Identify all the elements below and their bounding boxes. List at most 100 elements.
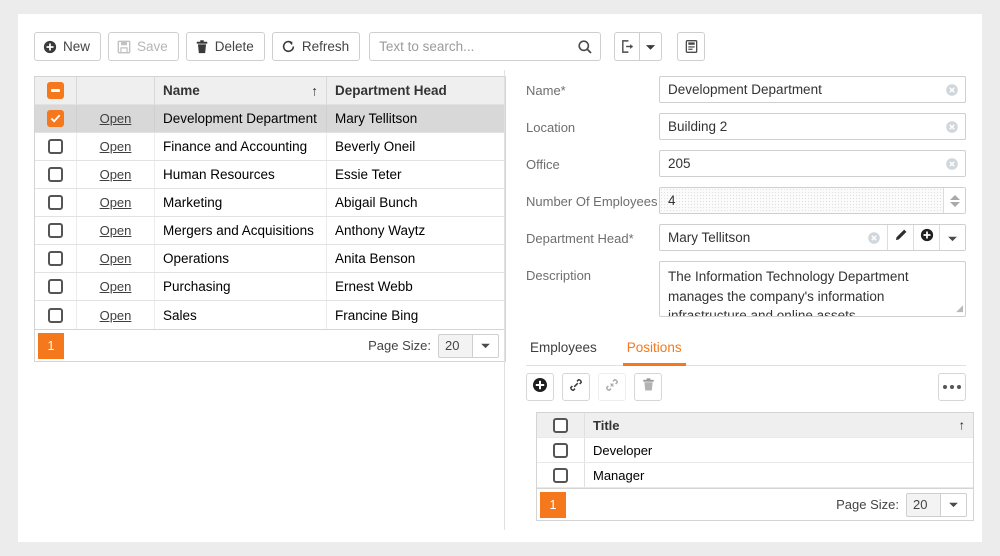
- row-checkbox[interactable]: [48, 223, 63, 238]
- table-row[interactable]: OpenPurchasingErnest Webb: [35, 273, 505, 301]
- page-size-dropdown-arrow[interactable]: [472, 334, 499, 358]
- delete-button-label: Delete: [215, 40, 254, 54]
- new-button-label: New: [63, 40, 90, 54]
- row-checkbox[interactable]: [553, 468, 568, 483]
- name-column-label: Name: [163, 83, 200, 98]
- row-checkbox[interactable]: [48, 195, 63, 210]
- row-select-cell: [35, 189, 77, 216]
- row-name-value: Operations: [163, 251, 229, 266]
- table-row[interactable]: OpenDevelopment DepartmentMary Tellitson: [35, 105, 505, 133]
- row-checkbox[interactable]: [48, 167, 63, 182]
- location-input[interactable]: Building 2: [659, 113, 966, 140]
- row-checkbox[interactable]: [47, 110, 64, 127]
- page-size-label: Page Size:: [368, 338, 431, 353]
- search-box[interactable]: [369, 32, 601, 61]
- row-checkbox[interactable]: [48, 139, 63, 154]
- select-all-checkbox[interactable]: [47, 82, 64, 99]
- positions-page-size-select[interactable]: 20: [906, 493, 967, 517]
- table-row[interactable]: Open Human ResourcesEssie Teter: [35, 161, 505, 189]
- row-department-head-value: Anthony Waytz: [335, 223, 425, 238]
- table-row[interactable]: Developer: [537, 438, 973, 463]
- more-options-button[interactable]: [938, 373, 966, 401]
- delete-button[interactable]: Delete: [186, 32, 265, 61]
- table-row[interactable]: OpenFinance and AccountingBeverly Oneil: [35, 133, 505, 161]
- open-link[interactable]: Open: [100, 139, 132, 154]
- refresh-button[interactable]: Refresh: [272, 32, 360, 61]
- dot-icon: [943, 385, 947, 389]
- department-head-column-header[interactable]: Department Head: [327, 77, 505, 104]
- row-name-cell: Human Resources: [155, 161, 327, 188]
- unlink-position-button[interactable]: [598, 373, 626, 401]
- departments-pager: 1 Page Size: 20: [35, 329, 505, 361]
- table-row[interactable]: Manager: [537, 463, 973, 488]
- row-open-cell: Open: [77, 161, 155, 188]
- report-button[interactable]: [677, 32, 705, 61]
- field-office: Office 205: [526, 150, 966, 177]
- open-link[interactable]: Open: [100, 251, 132, 266]
- add-position-button[interactable]: [526, 373, 554, 401]
- save-button[interactable]: Save: [108, 32, 179, 61]
- department-head-input[interactable]: Mary Tellitson: [659, 224, 966, 251]
- page-1-button[interactable]: 1: [38, 333, 64, 359]
- row-name-value: Sales: [163, 308, 197, 323]
- row-checkbox[interactable]: [48, 308, 63, 323]
- open-link[interactable]: Open: [100, 167, 132, 182]
- new-button[interactable]: New: [34, 32, 101, 61]
- table-row[interactable]: OpenSalesFrancine Bing: [35, 301, 505, 329]
- clear-icon[interactable]: [939, 157, 965, 171]
- positions-page-size-dropdown-arrow[interactable]: [940, 493, 967, 517]
- positions-select-all-checkbox[interactable]: [553, 418, 568, 433]
- resize-grip-icon[interactable]: ◢: [956, 302, 963, 315]
- table-row[interactable]: OpenMergers and AcquisitionsAnthony Wayt…: [35, 217, 505, 245]
- office-input[interactable]: 205: [659, 150, 966, 177]
- row-department-head-cell: Ernest Webb: [327, 273, 505, 300]
- open-link[interactable]: Open: [100, 308, 132, 323]
- title-column-label: Title: [593, 418, 620, 433]
- description-textarea[interactable]: The Information Technology Department ma…: [659, 261, 966, 317]
- tab-employees[interactable]: Employees: [526, 336, 601, 366]
- name-column-header[interactable]: Name ↑: [155, 77, 327, 104]
- open-link[interactable]: Open: [100, 223, 132, 238]
- open-link[interactable]: Open: [100, 111, 132, 126]
- field-office-label: Office: [526, 150, 659, 172]
- export-dropdown-button[interactable]: [639, 32, 662, 61]
- table-row[interactable]: OpenOperationsAnita Benson: [35, 245, 505, 273]
- edit-department-head-button[interactable]: [887, 225, 913, 250]
- table-row[interactable]: OpenMarketingAbigail Bunch: [35, 189, 505, 217]
- positions-grid: Title ↑ DeveloperManager 1 Page Size: 20: [536, 412, 974, 521]
- add-department-head-button[interactable]: [913, 225, 939, 250]
- department-head-column-label: Department Head: [335, 83, 447, 98]
- row-select-cell: [35, 273, 77, 300]
- row-checkbox[interactable]: [553, 443, 568, 458]
- title-column-header[interactable]: Title ↑: [585, 413, 973, 437]
- search-input[interactable]: [370, 33, 570, 60]
- quantity-stepper[interactable]: [943, 188, 965, 213]
- clear-icon[interactable]: [939, 83, 965, 97]
- department-head-dropdown-button[interactable]: [939, 225, 965, 250]
- name-input[interactable]: Development Department: [659, 76, 966, 103]
- open-link[interactable]: Open: [100, 279, 132, 294]
- field-number-of-employees-label: Number Of Employees: [526, 187, 659, 209]
- clear-icon[interactable]: [861, 231, 887, 245]
- row-name-value: Marketing: [163, 195, 222, 210]
- departments-grid: Name ↑ Department Head OpenDevelopment D…: [34, 76, 506, 362]
- row-select-cell: [35, 161, 77, 188]
- row-title-cell: Manager: [585, 463, 973, 487]
- search-icon[interactable]: [570, 33, 600, 60]
- stepper-up-icon[interactable]: [950, 195, 960, 200]
- open-link[interactable]: Open: [100, 195, 132, 210]
- row-checkbox[interactable]: [48, 279, 63, 294]
- stepper-down-icon[interactable]: [950, 202, 960, 207]
- link-position-button[interactable]: [562, 373, 590, 401]
- clear-icon[interactable]: [939, 120, 965, 134]
- row-checkbox[interactable]: [48, 251, 63, 266]
- delete-position-button[interactable]: [634, 373, 662, 401]
- positions-page-1-button[interactable]: 1: [540, 492, 566, 518]
- page-size-select[interactable]: 20: [438, 334, 499, 358]
- positions-select-all-cell: [537, 413, 585, 437]
- row-department-head-cell: Essie Teter: [327, 161, 505, 188]
- number-of-employees-input[interactable]: 4: [659, 187, 966, 214]
- export-button[interactable]: [614, 32, 639, 61]
- export-split-button: [614, 32, 662, 61]
- tab-positions[interactable]: Positions: [623, 336, 686, 366]
